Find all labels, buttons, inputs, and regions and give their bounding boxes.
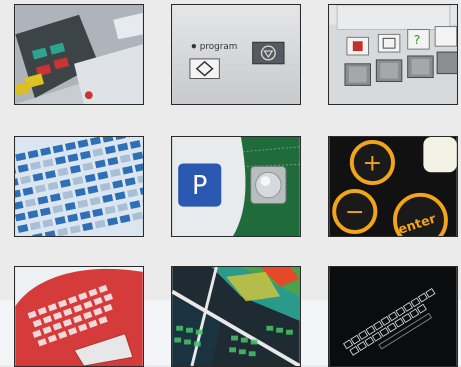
minus-key-label: − [345, 197, 365, 225]
blue-keyboard-image [15, 137, 143, 236]
tile-program-buttons[interactable]: program [171, 4, 301, 105]
tile-blue-keyboard[interactable] [14, 136, 144, 237]
tile-backlit-plus-minus-enter[interactable]: + − enter [328, 136, 458, 237]
tile-icon-keys[interactable]: ? [328, 4, 458, 105]
tile-p-key-metal-dome[interactable]: P [171, 136, 301, 237]
svg-text:?: ? [414, 33, 421, 48]
backlit-buttons-image: + − enter [329, 137, 457, 236]
program-label: program [200, 42, 238, 52]
p-key-metal-dome-image: P [172, 137, 300, 236]
tile-dark-backlit-keyboard[interactable] [328, 266, 458, 367]
membrane-keypad-grey-image [15, 5, 143, 104]
tile-red-keyboard[interactable] [14, 266, 144, 367]
icon-keys-image: ? [329, 5, 457, 104]
dark-backlit-keyboard-image [329, 267, 457, 366]
plus-key-label: + [363, 148, 383, 176]
p-key-label: P [192, 171, 207, 201]
tile-colorful-circuit[interactable] [171, 266, 301, 367]
colorful-circuit-image [172, 267, 300, 366]
red-keyboard-image [15, 267, 143, 366]
program-buttons-image: program [172, 5, 300, 104]
tile-membrane-keypad-grey[interactable] [14, 4, 144, 105]
